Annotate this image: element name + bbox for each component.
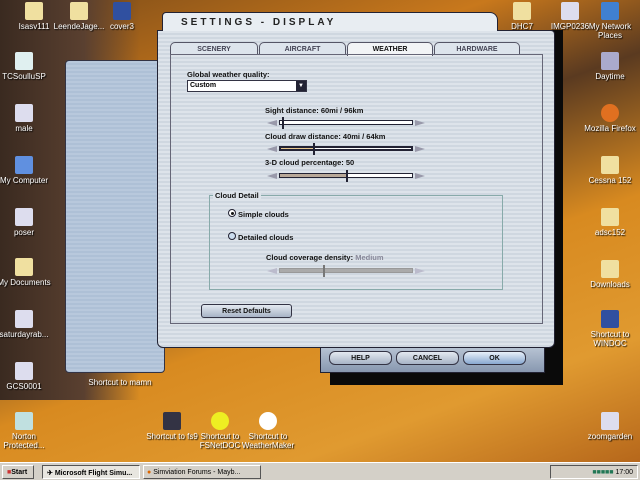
slider-right-arrow[interactable] (415, 173, 425, 179)
detailed-clouds-label[interactable]: Detailed clouds (238, 233, 293, 242)
dialog-title: SETTINGS - DISPLAY (162, 12, 498, 31)
folder-icon[interactable]: Cessna 152 (578, 156, 640, 185)
firefox-icon[interactable]: Mozilla Firefox (578, 104, 640, 133)
icon-label: Mozilla Firefox (584, 124, 636, 133)
density-slider (265, 265, 427, 277)
ok-button[interactable]: OK (463, 351, 526, 365)
density-value: Medium (355, 253, 384, 262)
icon-label: Shortcut to WeatherMaker (241, 432, 295, 450)
desktop-icon[interactable]: My Computer (0, 156, 56, 185)
icon-label: zoomgarden (587, 432, 633, 441)
icon-label: cover3 (109, 22, 134, 31)
task-label: Microsoft Flight Simu... (54, 470, 133, 477)
icon-label: poser (13, 228, 34, 237)
slider-thumb[interactable] (312, 143, 315, 155)
icon-label: My Documents (0, 278, 51, 287)
icon-label: Shortcut to WINDOC (590, 330, 630, 348)
desktop-icon[interactable]: TCSoulluSP (0, 52, 56, 81)
tray-icons: ■■■■■ (592, 469, 616, 476)
cloud-draw-label: Cloud draw distance: 40mi / 64km (265, 132, 386, 141)
chevron-down-icon[interactable]: ▼ (296, 81, 306, 91)
icon-label: saturdayrab... (0, 330, 49, 339)
task-label: Simviation Forums - Mayb... (153, 469, 241, 476)
firefox-icon: ● (147, 469, 152, 476)
cloud-percentage-slider[interactable] (265, 170, 427, 182)
slider-left-arrow[interactable] (267, 120, 277, 126)
density-label: Cloud coverage density: Medium (266, 253, 384, 262)
icon-label: Shortcut to FSNetDOC (199, 432, 241, 450)
group-title: Cloud Detail (213, 191, 261, 200)
icon-label: Isasv111 (18, 22, 50, 31)
clock: 17:00 (615, 469, 633, 476)
icon-label: adsc152 (594, 228, 626, 237)
desktop-icon[interactable]: cover3 (90, 2, 154, 31)
sight-distance-label: Sight distance: 60mi / 96km (265, 106, 364, 115)
select-value: Custom (190, 82, 217, 89)
global-quality-select[interactable]: Custom ▼ (187, 80, 307, 92)
desktop-icon[interactable]: poser (0, 208, 56, 237)
cloud-percentage-label: 3-D cloud percentage: 50 (265, 158, 355, 167)
desktop-icon[interactable]: GCS0001 (0, 362, 56, 391)
start-label: Start (11, 469, 28, 476)
global-quality-label: Global weather quality: (187, 70, 270, 79)
folder-icon[interactable]: Downloads (578, 260, 640, 289)
icon-label: Shortcut to mamn (88, 378, 152, 387)
icon-label: GCS0001 (6, 382, 42, 391)
desktop-icon[interactable]: male (0, 104, 56, 133)
icon-label: Downloads (590, 280, 630, 289)
slider-right-arrow[interactable] (415, 146, 425, 152)
desktop-icon[interactable]: saturdayrab... (0, 310, 56, 339)
density-label-text: Cloud coverage density: (266, 253, 354, 262)
detailed-clouds-radio[interactable] (228, 232, 236, 240)
slider-left-arrow (267, 268, 277, 274)
start-button[interactable]: ■Start (2, 465, 34, 479)
desktop-icon[interactable]: Shortcut to WINDOC (578, 310, 640, 348)
desktop-icon[interactable]: Shortcut to mamn (88, 378, 152, 387)
desktop-icon[interactable]: zoomgarden (578, 412, 640, 441)
desktop-icon[interactable]: adsc152 (578, 208, 640, 237)
taskbar: ■Start ✈ Microsoft Flight Simu... ● Simv… (0, 462, 640, 480)
simple-clouds-label[interactable]: Simple clouds (238, 210, 289, 219)
taskbar-item-flight-sim[interactable]: ✈ Microsoft Flight Simu... (42, 465, 140, 479)
icon-label: Cessna 152 (588, 176, 632, 185)
sight-distance-slider[interactable] (265, 117, 427, 129)
reset-defaults-button[interactable]: Reset Defaults (201, 304, 292, 318)
icon-label: Daytime (595, 72, 625, 81)
cloud-draw-slider[interactable] (265, 143, 427, 155)
taskbar-item-firefox[interactable]: ● Simviation Forums - Mayb... (143, 465, 261, 479)
simple-clouds-radio[interactable] (228, 209, 236, 217)
icon-label: TCSoulluSP (2, 72, 46, 81)
desktop-icon[interactable]: Daytime (578, 52, 640, 81)
desktop-icon[interactable]: Shortcut to WeatherMaker (236, 412, 300, 450)
slider-thumb[interactable] (281, 117, 284, 129)
system-tray: ■■■■■ 17:00 (550, 465, 638, 479)
icon-label: Norton Protected... (3, 432, 45, 450)
airplane-icon: ✈ (47, 470, 55, 477)
slider-left-arrow[interactable] (267, 173, 277, 179)
slider-right-arrow[interactable] (415, 120, 425, 126)
help-button[interactable]: HELP (329, 351, 392, 365)
recycle-bin-icon[interactable]: Norton Protected... (0, 412, 56, 450)
icon-label: My Computer (0, 176, 48, 185)
cancel-button[interactable]: CANCEL (396, 351, 459, 365)
desktop-icon[interactable]: My Documents (0, 258, 56, 287)
slider-thumb (323, 265, 326, 277)
slider-left-arrow[interactable] (267, 146, 277, 152)
icon-label: male (15, 124, 33, 133)
background-window (65, 60, 165, 373)
slider-thumb[interactable] (346, 170, 348, 182)
icon-label: My Network Places (588, 22, 632, 40)
slider-right-arrow (415, 268, 425, 274)
desktop-icon[interactable]: My Network Places (578, 2, 640, 40)
